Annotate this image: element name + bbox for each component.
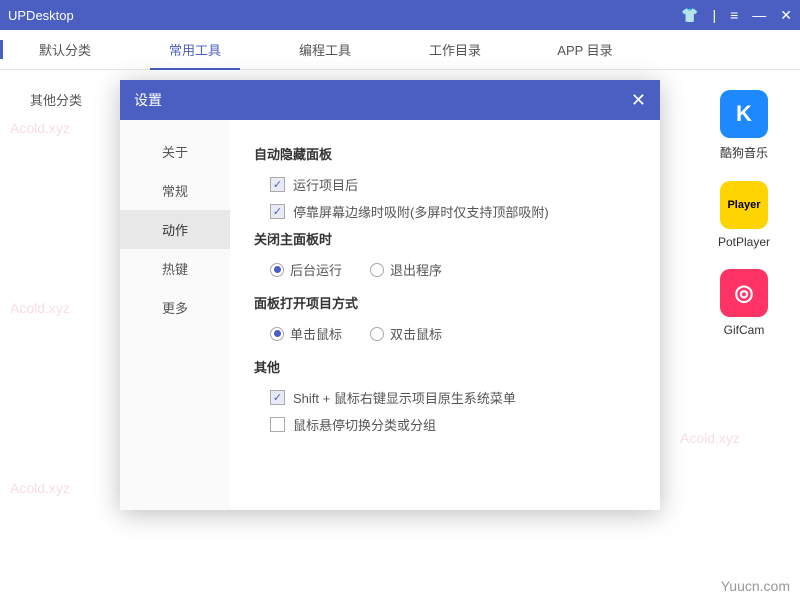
section-other: 其他 [254,357,636,376]
checkbox-label: 鼠标悬停切换分类或分组 [293,415,436,434]
modal-title: 设置 [134,90,631,110]
tab-app-dir[interactable]: APP 目录 [520,30,650,69]
app-potplayer[interactable]: Player PotPlayer [718,181,770,249]
nav-more[interactable]: 更多 [120,288,230,327]
potplayer-icon: Player [720,181,768,229]
checkbox-icon [270,417,285,432]
tab-common-tools[interactable]: 常用工具 [130,30,260,69]
checkbox-icon: ✓ [270,177,285,192]
nav-action[interactable]: 动作 [120,210,230,249]
modal-header: 设置 ✕ [120,80,660,120]
checkbox-label: Shift + 鼠标右键显示项目原生系统菜单 [293,388,516,407]
menu-icon[interactable]: ≡ [730,7,738,23]
checkbox-label: 停靠屏幕边缘时吸附(多屏时仅支持顶部吸附) [293,202,549,221]
section-autohide: 自动隐藏面板 [254,144,636,163]
radio-exit[interactable]: 退出程序 [370,260,442,279]
divider-icon: | [712,7,716,23]
nav-hotkey[interactable]: 热键 [120,249,230,288]
app-label: 酷狗音乐 [720,144,768,161]
category-tabs: 默认分类 常用工具 编程工具 工作目录 APP 目录 [0,30,800,70]
app-label: PotPlayer [718,235,770,249]
app-kugou[interactable]: K 酷狗音乐 [718,90,770,161]
app-title: UPDesktop [8,8,681,23]
checkbox-label: 运行项目后 [293,175,358,194]
radio-icon [370,327,384,341]
radio-label: 后台运行 [290,260,342,279]
radio-label: 单击鼠标 [290,324,342,343]
checkbox-hover-switch[interactable]: 鼠标悬停切换分类或分组 [270,415,636,434]
radio-icon [270,327,284,341]
nav-about[interactable]: 关于 [120,132,230,171]
app-gifcam[interactable]: ◎ GifCam [718,269,770,337]
radio-label: 退出程序 [390,260,442,279]
checkbox-dock-edge[interactable]: ✓ 停靠屏幕边缘时吸附(多屏时仅支持顶部吸附) [270,202,636,221]
radio-icon [270,263,284,277]
radio-single-click[interactable]: 单击鼠标 [270,324,342,343]
section-closepanel: 关闭主面板时 [254,229,636,248]
tab-default[interactable]: 默认分类 [0,30,130,69]
app-label: GifCam [724,323,765,337]
modal-content: 自动隐藏面板 ✓ 运行项目后 ✓ 停靠屏幕边缘时吸附(多屏时仅支持顶部吸附) 关… [230,120,660,510]
gifcam-icon: ◎ [720,269,768,317]
radio-group-close: 后台运行 退出程序 [270,260,636,279]
radio-icon [370,263,384,277]
checkbox-shift-rclick[interactable]: ✓ Shift + 鼠标右键显示项目原生系统菜单 [270,388,636,407]
checkbox-icon: ✓ [270,390,285,405]
titlebar-controls: 👕 | ≡ — ✕ [681,7,792,24]
radio-group-open: 单击鼠标 双击鼠标 [270,324,636,343]
kugou-icon: K [720,90,768,138]
radio-label: 双击鼠标 [390,324,442,343]
brand-text: Yuucn.com [721,578,790,594]
titlebar: UPDesktop 👕 | ≡ — ✕ [0,0,800,30]
settings-modal: 设置 ✕ 关于 常规 动作 热键 更多 自动隐藏面板 ✓ 运行项目后 ✓ 停靠屏… [120,80,660,510]
nav-general[interactable]: 常规 [120,171,230,210]
modal-close-icon[interactable]: ✕ [631,90,646,111]
app-icons: K 酷狗音乐 Player PotPlayer ◎ GifCam [718,90,770,337]
modal-nav: 关于 常规 动作 热键 更多 [120,120,230,510]
radio-background[interactable]: 后台运行 [270,260,342,279]
section-openmode: 面板打开项目方式 [254,293,636,312]
minimize-icon[interactable]: — [752,7,766,23]
close-icon[interactable]: ✕ [780,7,792,24]
radio-double-click[interactable]: 双击鼠标 [370,324,442,343]
tab-work-dir[interactable]: 工作目录 [390,30,520,69]
modal-body: 关于 常规 动作 热键 更多 自动隐藏面板 ✓ 运行项目后 ✓ 停靠屏幕边缘时吸… [120,120,660,510]
checkbox-run-after[interactable]: ✓ 运行项目后 [270,175,636,194]
shirt-icon[interactable]: 👕 [681,7,698,24]
tab-programming[interactable]: 编程工具 [260,30,390,69]
checkbox-icon: ✓ [270,204,285,219]
